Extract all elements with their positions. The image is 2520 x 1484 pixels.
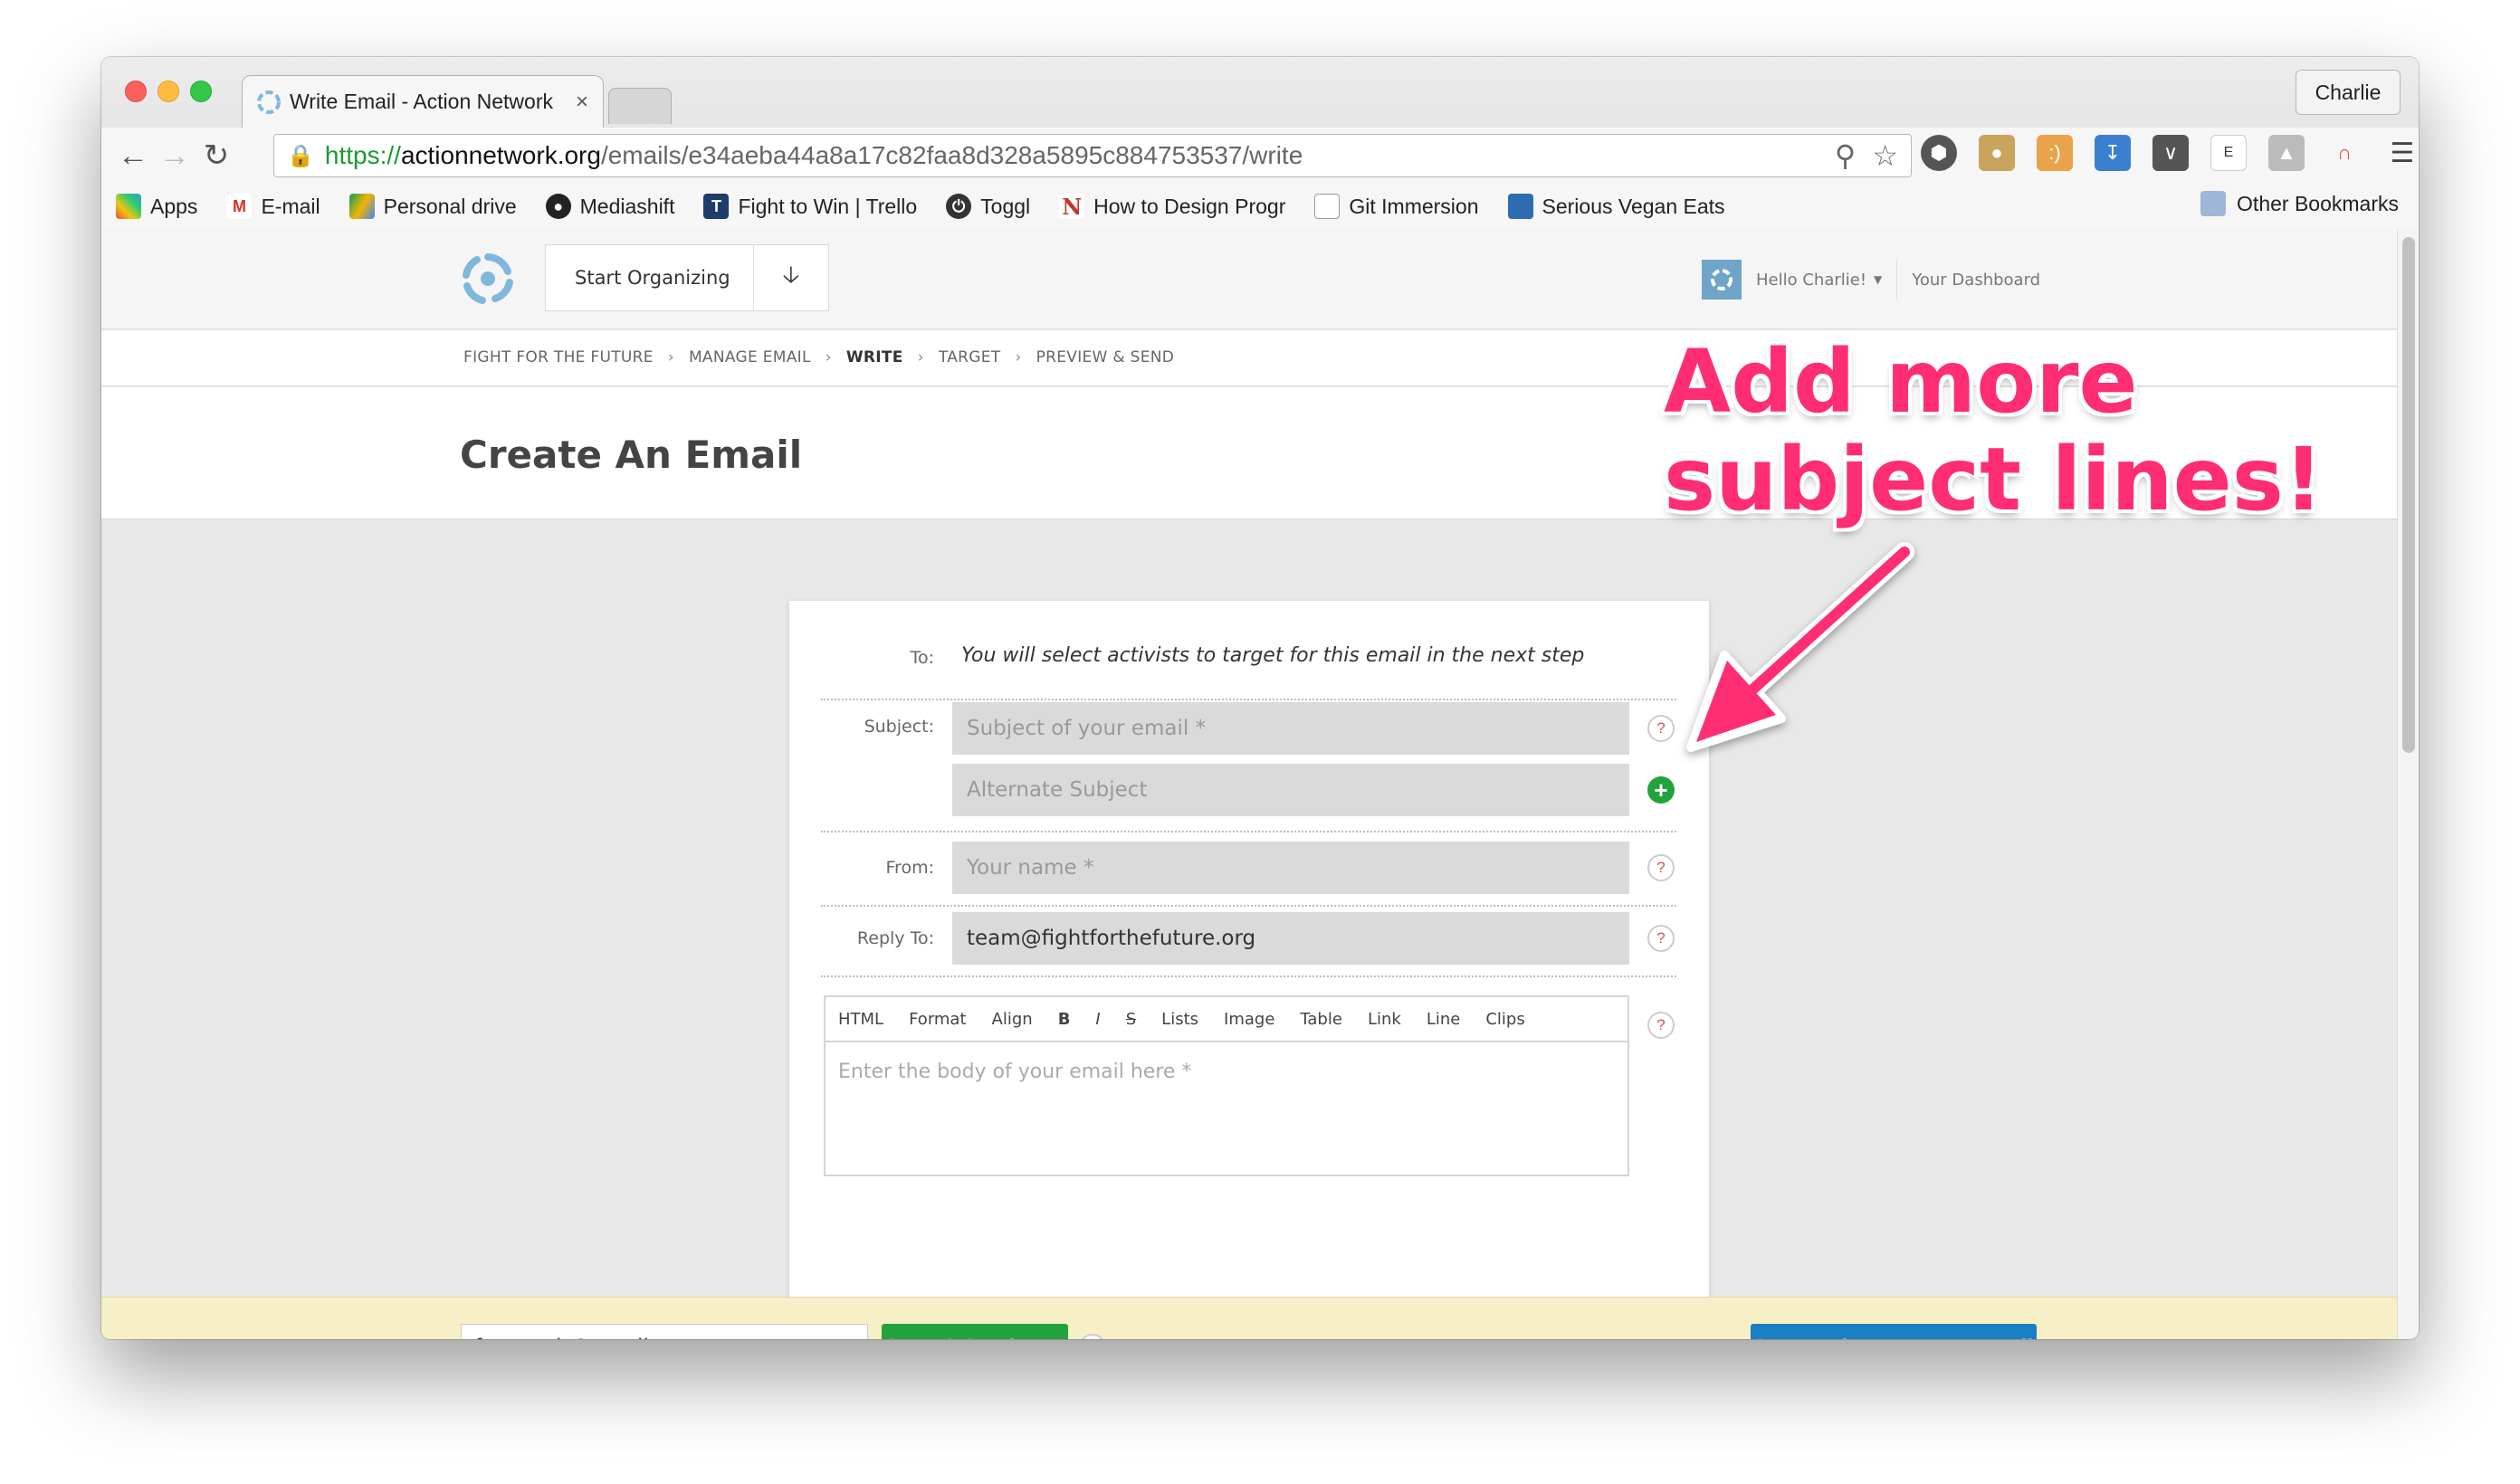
annotation-callout: Add more subject lines! — [1664, 333, 2324, 528]
annotation-arrow-icon — [1686, 542, 1914, 752]
annotation-line-1: Add more — [1664, 331, 2138, 433]
annotation-line-2: subject lines! — [1664, 429, 2324, 530]
